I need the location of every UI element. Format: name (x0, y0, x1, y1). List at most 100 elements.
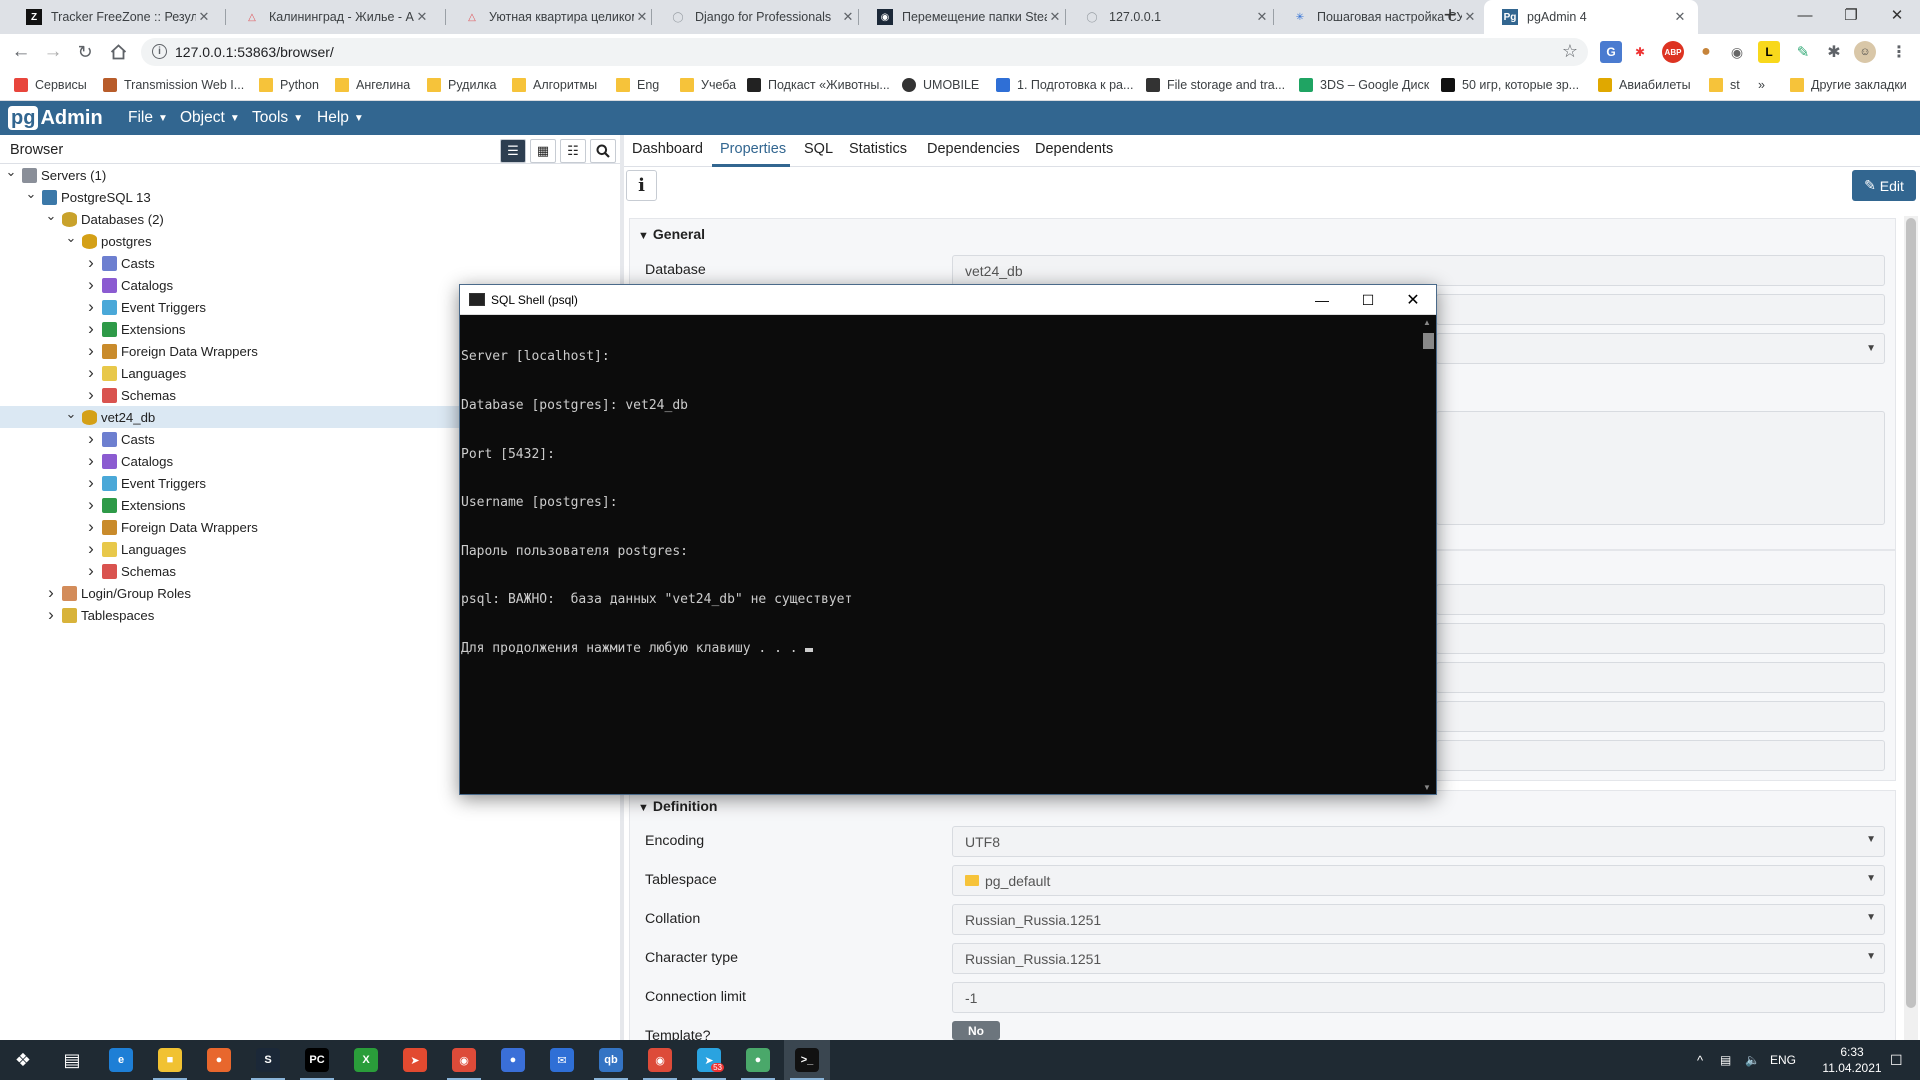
browser-tab[interactable]: Pg pgAdmin 4 ✕ (1484, 0, 1698, 34)
bookmark-item[interactable]: » (1758, 76, 1765, 94)
coffee-extension-icon[interactable]: ● (1695, 41, 1717, 63)
bookmark-item[interactable]: st (1709, 76, 1740, 94)
chevron-right-icon[interactable]: › (84, 319, 98, 339)
taskbar-qbittorrent-button[interactable]: qb (588, 1040, 634, 1080)
clock[interactable]: 6:33 11.04.2021 (1822, 1040, 1882, 1080)
chevron-right-icon[interactable]: › (84, 275, 98, 295)
owner-field[interactable] (1436, 294, 1885, 325)
properties-scroll-thumb[interactable] (1906, 218, 1916, 1008)
menu-help[interactable]: Help ▼ (317, 101, 364, 135)
network-icon[interactable]: ▤ (1720, 1040, 1731, 1080)
volume-icon[interactable]: 🔈 (1745, 1040, 1760, 1080)
chevron-right-icon[interactable]: › (84, 297, 98, 317)
bookmark-item[interactable]: Подкаст «Животны... (747, 76, 890, 94)
definition-section-header[interactable]: ▼ Definition (638, 798, 717, 814)
close-tab-icon[interactable]: ✕ (414, 9, 430, 25)
menu-tools[interactable]: Tools ▼ (252, 101, 303, 135)
browser-tab[interactable]: Z Tracker FreeZone :: Результ ✕ (8, 0, 222, 34)
chevron-right-icon[interactable]: › (84, 253, 98, 273)
bookmark-item[interactable]: 1. Подготовка к ра... (996, 76, 1133, 94)
bookmark-item[interactable]: Другие закладки (1790, 76, 1907, 94)
close-tab-icon[interactable]: ✕ (1672, 9, 1688, 25)
tree-node[interactable]: › Casts (84, 428, 155, 450)
restore-button[interactable]: ❐ (1828, 0, 1874, 30)
chevron-right-icon[interactable]: › (84, 451, 98, 471)
browser-tab[interactable]: ◉ Перемещение папки Steam ✕ (859, 0, 1073, 34)
tab-properties[interactable]: Properties (720, 141, 786, 157)
tray-chevron-icon[interactable]: ^ (1697, 1040, 1703, 1080)
chevron-right-icon[interactable]: › (84, 363, 98, 383)
edit-button[interactable]: ✎ Edit (1852, 170, 1916, 201)
tab-sql[interactable]: SQL (804, 141, 833, 157)
bookmark-item[interactable]: Рудилка (427, 76, 496, 94)
extensions-icon[interactable]: ✱ (1823, 41, 1845, 63)
eyedropper-extension-icon[interactable]: ✎ (1792, 41, 1814, 63)
bookmark-item[interactable]: 3DS – Google Диск (1299, 76, 1429, 94)
bookmark-item[interactable]: Сервисы (14, 76, 87, 94)
puzzle-color-extension-icon[interactable]: ✱ (1629, 41, 1651, 63)
site-info-icon[interactable]: i (152, 44, 167, 59)
tree-node[interactable]: › Event Triggers (84, 296, 206, 318)
lastpass-extension-icon[interactable]: L (1758, 41, 1780, 63)
psql-titlebar[interactable]: SQL Shell (psql) — ☐ ✕ (460, 285, 1436, 315)
bookmark-item[interactable]: Учеба (680, 76, 736, 94)
close-tab-icon[interactable]: ✕ (1047, 9, 1063, 25)
chevron-right-icon[interactable]: › (84, 517, 98, 537)
hidden-field-5[interactable] (1436, 740, 1885, 771)
chevron-down-icon[interactable]: ⌄ (64, 406, 78, 422)
bookmark-item[interactable]: Авиабилеты (1598, 76, 1691, 94)
tree-node[interactable]: › Languages (84, 362, 186, 384)
tree-node[interactable]: › Login/Group Roles (44, 582, 191, 604)
view-data-icon[interactable]: ▦ (530, 139, 556, 163)
tree-node[interactable]: › Languages (84, 538, 186, 560)
bookmark-item[interactable]: Python (259, 76, 319, 94)
tree-node[interactable]: ⌄ vet24_db (64, 406, 155, 428)
menu-file[interactable]: File ▼ (128, 101, 168, 135)
chevron-right-icon[interactable]: › (84, 385, 98, 405)
close-tab-icon[interactable]: ✕ (634, 9, 650, 25)
reload-icon[interactable]: ↻ (70, 37, 100, 67)
taskbar-pgadmin-elephant-button[interactable]: ● (735, 1040, 781, 1080)
tree-node[interactable]: › Foreign Data Wrappers (84, 516, 258, 538)
tab-statistics[interactable]: Statistics (849, 141, 907, 157)
taskbar-share-button[interactable]: ➤ (392, 1040, 438, 1080)
home-icon[interactable] (103, 37, 133, 67)
tree-node[interactable]: ⌄ postgres (64, 230, 152, 252)
chevron-down-icon[interactable]: ⌄ (4, 164, 18, 180)
chrome-menu-icon[interactable]: ⋮ (1888, 41, 1910, 63)
property-field[interactable]: pg_default ▼ (952, 865, 1885, 896)
taskbar-chrome-button[interactable]: ◉ (637, 1040, 683, 1080)
chevron-right-icon[interactable]: › (44, 605, 58, 625)
taskbar-mail-button[interactable]: ✉ (539, 1040, 585, 1080)
taskbar-terminal-button[interactable]: >_ (784, 1040, 830, 1080)
scroll-up-icon[interactable]: ▲ (1423, 318, 1431, 327)
psql-close-button[interactable]: ✕ (1390, 285, 1436, 315)
tree-node[interactable]: › Event Triggers (84, 472, 206, 494)
tree-node[interactable]: › Casts (84, 252, 155, 274)
tree-node[interactable]: › Catalogs (84, 274, 173, 296)
bookmark-item[interactable]: UMOBILE (902, 76, 979, 94)
chevron-right-icon[interactable]: › (84, 561, 98, 581)
notifications-icon[interactable]: ☐ (1890, 1040, 1903, 1080)
tree-node[interactable]: ⌄ PostgreSQL 13 (24, 186, 151, 208)
taskbar-chrome-button[interactable]: ◉ (441, 1040, 487, 1080)
property-field[interactable]: UTF8 ▼ (952, 826, 1885, 857)
psql-minimize-button[interactable]: — (1299, 285, 1345, 315)
property-field[interactable]: -1 (952, 982, 1885, 1013)
bookmark-item[interactable]: Transmission Web I... (103, 76, 244, 94)
psql-scrollbar[interactable]: ▲ ▼ (1420, 316, 1436, 794)
camera-extension-icon[interactable]: ◉ (1726, 41, 1748, 63)
tab-dependencies[interactable]: Dependencies (927, 141, 1020, 157)
profile-avatar[interactable]: ☺ (1854, 41, 1876, 63)
bookmark-item[interactable]: File storage and tra... (1146, 76, 1285, 94)
hidden-field-3[interactable] (1436, 662, 1885, 693)
translate-extension-icon[interactable]: G (1600, 41, 1622, 63)
browser-tab[interactable]: △ Уютная квартира целиком ✕ (446, 0, 660, 34)
close-tab-icon[interactable]: ✕ (840, 9, 856, 25)
taskbar-task-view-button[interactable]: ▤ (49, 1040, 95, 1080)
filtered-rows-icon[interactable]: ☷ (560, 139, 586, 163)
general-section-header[interactable]: ▼ General (638, 226, 705, 242)
close-window-button[interactable]: ✕ (1874, 0, 1920, 30)
psql-maximize-button[interactable]: ☐ (1345, 285, 1391, 315)
taskbar-steam-button[interactable]: S (245, 1040, 291, 1080)
